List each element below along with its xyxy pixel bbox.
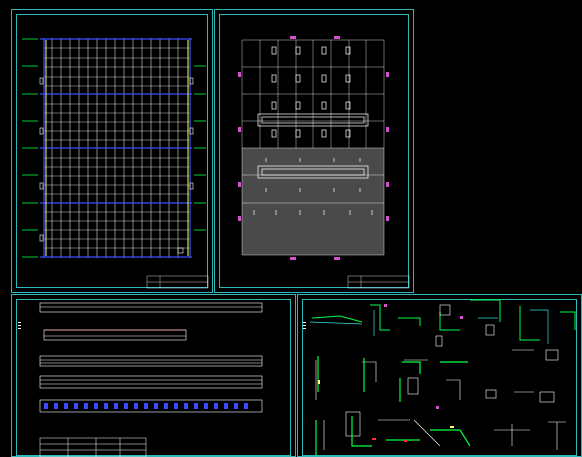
cad-drawing-canvas xyxy=(18,36,576,457)
elevation-middle xyxy=(39,355,263,367)
detail-group-1 xyxy=(311,299,576,341)
roof-plan-shaded-area xyxy=(242,148,384,255)
detail-group-white xyxy=(315,304,566,450)
elevation-top xyxy=(39,302,263,313)
detail-group-2 xyxy=(315,356,471,456)
elevation-facade xyxy=(39,399,263,413)
roof-plan-title-block xyxy=(347,275,410,289)
details-left-marks xyxy=(303,322,306,329)
floor-plan-title-block xyxy=(146,275,209,289)
detail-yellow-marks xyxy=(318,380,454,428)
elevation-lower xyxy=(39,375,263,389)
details-drawing xyxy=(303,299,576,456)
floor-plan-drawing xyxy=(22,38,209,289)
elevations-table xyxy=(39,437,147,457)
elevations-drawing xyxy=(18,302,263,457)
detail-group-cyan xyxy=(309,309,549,344)
elevation-section xyxy=(43,329,187,341)
roof-plan-drawing xyxy=(238,36,410,289)
detail-magenta-marks xyxy=(384,304,463,409)
floor-plan-column-markers xyxy=(39,77,194,254)
elevations-left-marks xyxy=(18,322,21,329)
